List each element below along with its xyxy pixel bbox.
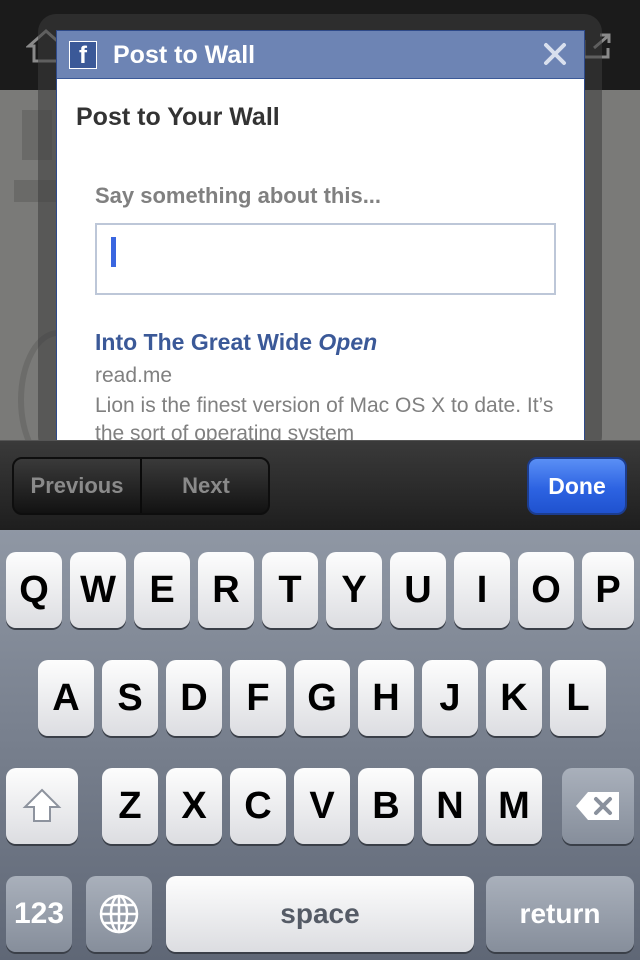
key-t[interactable]: T — [262, 552, 318, 628]
key-y[interactable]: Y — [326, 552, 382, 628]
link-title[interactable]: Into The Great Wide Open — [95, 329, 377, 356]
key-h[interactable]: H — [358, 660, 414, 736]
form-assistant-toolbar: Previous Next Done — [0, 440, 640, 530]
space-key[interactable]: space — [166, 876, 474, 952]
close-icon[interactable] — [540, 39, 570, 69]
key-n[interactable]: N — [422, 768, 478, 844]
dialog-header: f Post to Wall — [57, 31, 584, 79]
key-w[interactable]: W — [70, 552, 126, 628]
delete-icon — [576, 792, 619, 820]
key-j[interactable]: J — [422, 660, 478, 736]
globe-icon — [99, 894, 139, 934]
done-button[interactable]: Done — [527, 457, 627, 515]
key-d[interactable]: D — [166, 660, 222, 736]
link-domain: read.me — [95, 364, 173, 387]
prev-next-segmented-control: Previous Next — [12, 457, 270, 515]
key-g[interactable]: G — [294, 660, 350, 736]
facebook-logo-icon: f — [69, 41, 97, 69]
key-e[interactable]: E — [134, 552, 190, 628]
message-prompt-label: Say something about this... — [95, 183, 382, 208]
previous-button[interactable]: Previous — [14, 459, 142, 513]
shift-icon — [22, 788, 62, 822]
key-r[interactable]: R — [198, 552, 254, 628]
page-title: Post to Your Wall — [76, 103, 280, 131]
delete-key[interactable] — [562, 768, 634, 844]
message-input[interactable] — [95, 223, 556, 295]
key-x[interactable]: X — [166, 768, 222, 844]
key-f[interactable]: F — [230, 660, 286, 736]
link-title-main: Into The Great Wide — [95, 329, 319, 355]
key-q[interactable]: Q — [6, 552, 62, 628]
return-key[interactable]: return — [486, 876, 634, 952]
key-z[interactable]: Z — [102, 768, 158, 844]
key-u[interactable]: U — [390, 552, 446, 628]
post-to-wall-dialog: f Post to Wall Post to Your Wall Say som… — [56, 30, 585, 450]
shift-key[interactable] — [6, 768, 78, 844]
key-k[interactable]: K — [486, 660, 542, 736]
key-b[interactable]: B — [358, 768, 414, 844]
key-p[interactable]: P — [582, 552, 634, 628]
key-m[interactable]: M — [486, 768, 542, 844]
next-button[interactable]: Next — [144, 459, 268, 513]
link-title-emphasis: Open — [318, 329, 378, 355]
key-l[interactable]: L — [550, 660, 606, 736]
globe-key[interactable] — [86, 876, 152, 952]
key-v[interactable]: V — [294, 768, 350, 844]
key-s[interactable]: S — [102, 660, 158, 736]
key-o[interactable]: O — [518, 552, 574, 628]
numbers-key[interactable]: 123 — [6, 876, 72, 952]
key-c[interactable]: C — [230, 768, 286, 844]
keyboard: Q W E R T Y U I O P A S D F G H J K L Z … — [0, 530, 640, 960]
key-a[interactable]: A — [38, 660, 94, 736]
dialog-title: Post to Wall — [113, 41, 256, 69]
text-cursor — [111, 237, 116, 267]
key-i[interactable]: I — [454, 552, 510, 628]
